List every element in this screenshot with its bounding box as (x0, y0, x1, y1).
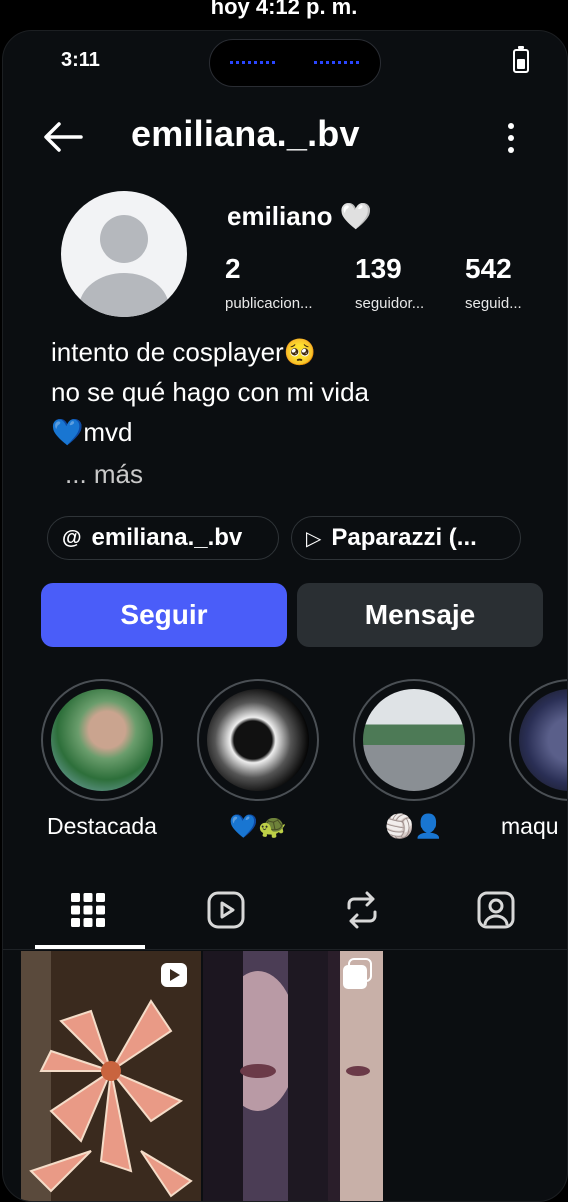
status-time: 3:11 (61, 49, 100, 71)
threads-icon: @ (62, 526, 82, 549)
followers-label[interactable]: seguidor... (355, 295, 424, 312)
tagged-icon[interactable] (477, 891, 515, 929)
post-tile[interactable] (203, 951, 383, 1201)
bio-line: 💙mvd (51, 417, 133, 447)
bio-line: no se qué hago con mi vida (51, 377, 369, 407)
dynamic-island (209, 39, 381, 87)
music-chip[interactable]: ▷ Paparazzi (... (291, 516, 521, 560)
bio-line: intento de cosplayer🥺 (51, 337, 317, 367)
highlight-item[interactable] (353, 679, 475, 801)
posts-label[interactable]: publicacion... (225, 295, 313, 312)
highlight-item[interactable] (41, 679, 163, 801)
highlight-label: maqu (501, 813, 559, 839)
more-options-icon[interactable] (503, 121, 519, 155)
followers-count[interactable]: 139 (355, 253, 402, 285)
back-arrow-icon[interactable] (41, 119, 85, 155)
active-tab-indicator (35, 945, 145, 949)
post-tile[interactable] (21, 951, 201, 1201)
posts-count[interactable]: 2 (225, 253, 241, 285)
following-count[interactable]: 542 (465, 253, 512, 285)
battery-icon (513, 46, 529, 73)
highlight-label: 💙🐢 (229, 813, 287, 839)
highlight-item[interactable] (197, 679, 319, 801)
threads-chip[interactable]: @ emiliana._.bv (47, 516, 279, 560)
threads-chip-label: emiliana._.bv (91, 524, 243, 551)
highlight-label: Destacada (47, 813, 157, 839)
phone-screen: 3:11 emiliana._.bv emiliano 🤍 2 publicac… (2, 30, 568, 1202)
message-button[interactable]: Mensaje (297, 583, 543, 647)
music-chip-label: Paparazzi (... (331, 524, 477, 551)
highlight-item[interactable] (509, 679, 567, 801)
repost-icon[interactable] (343, 891, 381, 929)
header-username: emiliana._.bv (131, 113, 360, 154)
display-name: emiliano 🤍 (227, 201, 373, 231)
reels-icon[interactable] (207, 891, 245, 929)
follow-button[interactable]: Seguir (41, 583, 287, 647)
following-label[interactable]: seguid... (465, 295, 522, 312)
bio-more-link[interactable]: ... más (65, 459, 143, 490)
grid-icon[interactable] (71, 893, 105, 927)
play-icon: ▷ (306, 527, 322, 550)
screenshot-caption: hoy 4:12 p. m. (210, 0, 358, 19)
profile-avatar[interactable] (61, 191, 187, 317)
highlight-label: 🏐👤 (385, 813, 443, 839)
